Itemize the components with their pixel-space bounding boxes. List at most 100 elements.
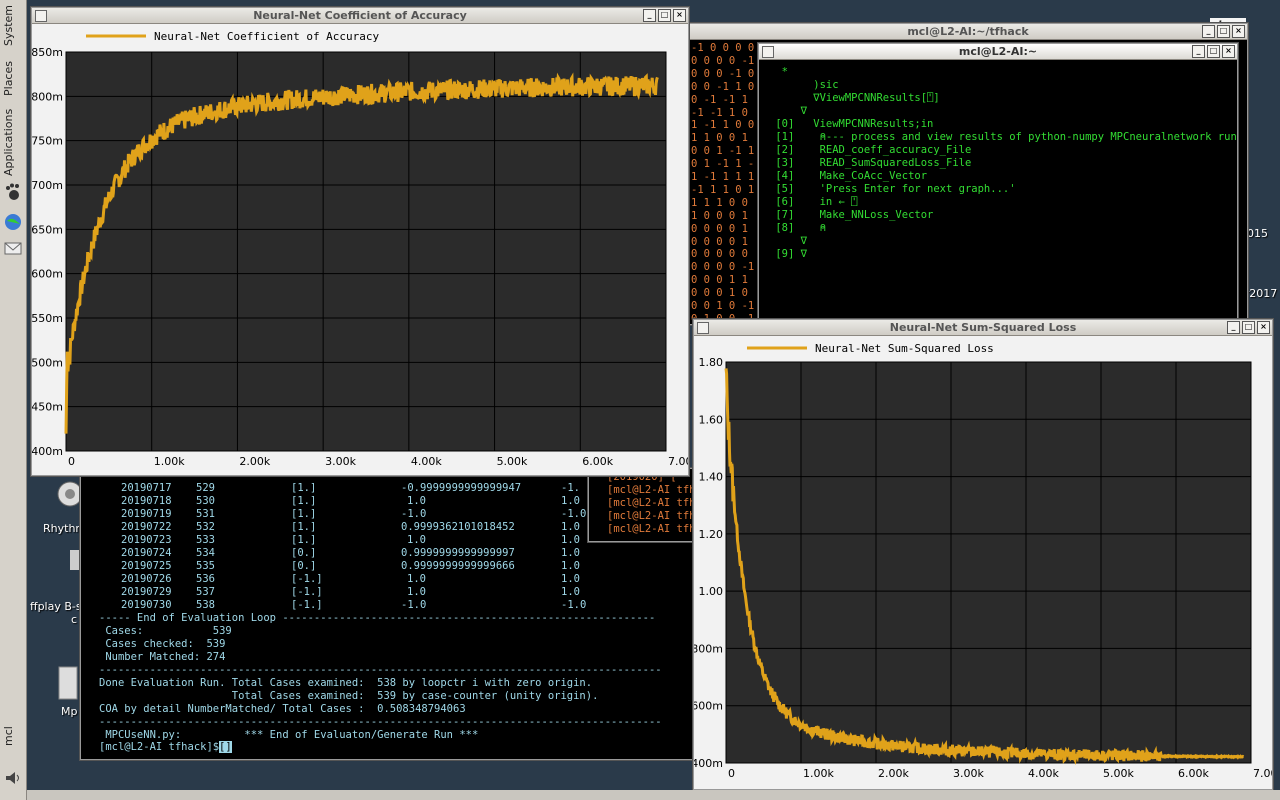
eval-summary-line: ----- End of Evaluation Loop -----------…	[99, 612, 656, 624]
tfhack-line: 0 1 -1 1 -	[691, 158, 755, 171]
apl-title: mcl@L2-AI:~	[958, 45, 1038, 58]
text-cursor[interactable]: []	[219, 741, 232, 753]
eval-cell-target: [1.]	[291, 482, 317, 494]
eval-cell-idx: 530	[196, 495, 215, 507]
eval-cell-out: 1.0	[561, 495, 580, 507]
eval-cell-pred: 1.0	[407, 573, 426, 585]
places-menu[interactable]: Places	[2, 61, 15, 96]
volume-icon[interactable]	[3, 768, 23, 788]
maximize-button[interactable]: □	[1217, 25, 1230, 38]
apl-line: ∇	[769, 105, 807, 117]
x-tick-label: 3.00k	[325, 455, 356, 468]
y-tick-label: 1.80	[699, 356, 724, 369]
y-tick-label: 800m	[694, 642, 723, 655]
eval-summary-line: Number Matched: 274	[99, 651, 226, 663]
x-tick-label: 6.00k	[582, 455, 613, 468]
y-tick-label: 750m	[32, 135, 63, 148]
eval-cell-pred: -0.9999999999999947	[401, 482, 522, 494]
apl-terminal-body[interactable]: * )sic ∇ViewMPCNNResults[⍞] ∇ [0] ViewMP…	[759, 60, 1237, 322]
plot-area	[725, 361, 1252, 764]
tfhack-line: 0 0 0 0 -1	[691, 54, 755, 67]
close-button[interactable]: ×	[1232, 25, 1245, 38]
user-label: mcl	[2, 726, 15, 746]
loss-plot-window[interactable]: Neural-Net Sum-Squared Loss _ □ × 1.80 1.60…	[693, 319, 1273, 790]
eval-summary-line: Total Cases examined: 539 by case-counte…	[99, 690, 599, 702]
eval-cell-date: 20190719	[121, 508, 172, 520]
mp-icon[interactable]	[57, 665, 79, 703]
tfhack-line: 0 0 1 0 -1	[691, 300, 755, 312]
accuracy-plot-window[interactable]: Neural-Net Coefficient of Accuracy _ □ × 8…	[31, 7, 689, 476]
apl-line: [6] in ← ⍞	[769, 196, 858, 208]
small-terminal-body: [2019020] [[mcl@L2-AI tfh [mcl@L2-AI tfh[…	[589, 469, 696, 541]
y-tick-label: 1.20	[699, 528, 724, 541]
tfhack-line: 0 0 0 1 0	[691, 287, 748, 300]
apl-line: ∇	[769, 235, 807, 247]
y-tick-label: 500m	[32, 356, 63, 369]
x-tick-label: 3.00k	[953, 767, 984, 780]
mail-icon[interactable]	[3, 238, 23, 258]
tfhack-line: -1 1 1 0 1	[691, 183, 755, 196]
eval-cell-target: [-1.]	[291, 573, 323, 585]
window-menu-icon[interactable]	[762, 46, 774, 58]
eval-cell-pred: 1.0	[407, 586, 426, 598]
x-tick-label: 6.00k	[1178, 767, 1209, 780]
eval-cell-idx: 533	[196, 534, 215, 546]
y-tick-label: 650m	[32, 223, 63, 236]
eval-cell-target: [0.]	[291, 560, 317, 572]
eval-cell-target: [1.]	[291, 508, 317, 520]
eval-summary-line: Done Evaluation Run. Total Cases examine…	[99, 677, 593, 689]
eval-cell-date: 20190724	[121, 547, 172, 559]
x-tick-label: 2.00k	[239, 455, 270, 468]
tfhack-title: mcl@L2-AI:~/tfhack	[907, 25, 1029, 38]
x-tick-label: 0	[68, 455, 75, 468]
eval-cell-idx: 538	[196, 599, 215, 611]
accuracy-chart: 850m 800m 750m 700m 650m 600m 550m 500m 450m 400m…	[32, 30, 688, 468]
system-menu[interactable]: System	[2, 5, 15, 46]
shell-prompt: [mcl@L2-AI tfhack]$	[99, 741, 226, 753]
eval-cell-pred: -1.0	[401, 508, 427, 520]
small-terminal-window[interactable]: [2019020] [[mcl@L2-AI tfh [mcl@L2-AI tfh[…	[588, 468, 696, 542]
close-button[interactable]: ×	[1222, 45, 1235, 58]
gnome-foot-icon[interactable]	[3, 182, 23, 202]
y-tick-label: 600m	[694, 700, 723, 713]
minimize-button[interactable]: _	[1202, 25, 1215, 38]
tfhack-line: 0 0 0 0 0	[691, 248, 748, 261]
x-tick-label: 0	[728, 767, 735, 780]
applications-menu[interactable]: Applications	[2, 109, 15, 176]
tfhack-line: -1 -1 1 0	[691, 106, 748, 119]
apl-line: ∇ViewMPCNNResults[⍞]	[769, 92, 940, 104]
eval-cell-date: 20190717	[121, 482, 172, 494]
eval-cell-pred: 1.0	[407, 534, 426, 546]
web-browser-icon[interactable]	[3, 212, 23, 232]
eval-cell-out: 1.0	[561, 586, 580, 598]
eval-cell-idx: 534	[196, 547, 215, 559]
apl-line: *	[769, 66, 788, 78]
apl-line: [5] 'Press Enter for next graph...'	[769, 183, 1016, 195]
apl-titlebar[interactable]: mcl@L2-AI:~ _ □ ×	[759, 44, 1237, 60]
eval-cell-date: 20190730	[121, 599, 172, 611]
maximize-button[interactable]: □	[1207, 45, 1220, 58]
eval-cell-pred: -1.0	[401, 599, 427, 611]
small-terminal-line: [mcl@L2-AI tfh	[607, 484, 696, 496]
y-tick-label: 450m	[32, 401, 63, 414]
eval-cell-pred: 0.9999999999999666	[401, 560, 515, 572]
apl-line: [3] READ_SumSquaredLoss_File	[769, 157, 972, 169]
tfhack-line: 1 -1 1 1 1	[691, 171, 755, 183]
x-tick-label: 7.00k	[1253, 767, 1272, 780]
x-tick-label: 2.00k	[878, 767, 909, 780]
minimize-button[interactable]: _	[1192, 45, 1205, 58]
eval-summary-line: ----------------------------------------…	[99, 716, 662, 728]
tfhack-line: 1 1 0 0 1	[691, 132, 748, 145]
eval-cell-out: 1.0	[561, 534, 580, 546]
tfhack-line: 1 -1 1 0 0	[691, 119, 755, 132]
y-tick-label: 700m	[32, 179, 63, 192]
tfhack-titlebar[interactable]: mcl@L2-AI:~/tfhack _ □ ×	[689, 24, 1247, 40]
ffplay-label-2: c	[71, 613, 78, 626]
eval-cell-target: [-1.]	[291, 586, 323, 598]
y-tick-label: 1.00	[699, 585, 724, 598]
apl-line: [4] Make_CoAcc_Vector	[769, 170, 928, 182]
x-tick-label: 4.00k	[411, 455, 442, 468]
eval-summary-line: ----------------------------------------…	[99, 664, 662, 676]
apl-terminal-window[interactable]: mcl@L2-AI:~ _ □ × * )sic ∇ViewMPCNNResults…	[758, 43, 1238, 323]
eval-cell-target: [0.]	[291, 547, 317, 559]
